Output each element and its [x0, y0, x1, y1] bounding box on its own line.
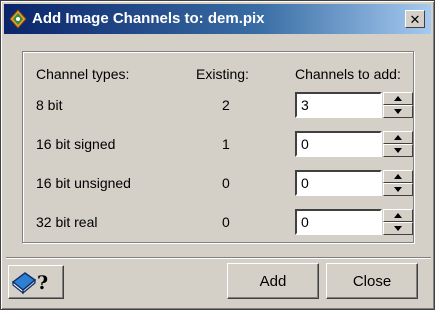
channels-to-add-input[interactable] — [295, 92, 382, 118]
arrow-up-icon — [394, 213, 402, 218]
channels-to-add-input[interactable] — [295, 131, 382, 157]
arrow-down-icon — [394, 226, 402, 231]
channels-to-add-spinner — [295, 170, 413, 196]
channels-to-add-spinner — [295, 131, 413, 157]
arrow-up-icon — [394, 96, 402, 101]
channel-type-label: 16 bit signed — [36, 136, 116, 152]
spin-down-button[interactable] — [383, 105, 413, 118]
arrow-down-icon — [394, 148, 402, 153]
existing-count: 1 — [222, 136, 230, 152]
arrow-up-icon — [394, 174, 402, 179]
existing-count: 2 — [222, 97, 230, 113]
channel-type-label: 32 bit real — [36, 214, 98, 230]
spin-up-button[interactable] — [383, 170, 413, 183]
add-button[interactable]: Add — [227, 263, 319, 299]
existing-count: 0 — [222, 175, 230, 191]
help-book-question-icon: ? — [11, 272, 48, 295]
arrow-down-icon — [394, 109, 402, 114]
spin-up-button[interactable] — [383, 92, 413, 105]
header-channel-types: Channel types: — [36, 66, 130, 82]
channels-to-add-input[interactable] — [295, 170, 382, 196]
spin-down-button[interactable] — [383, 183, 413, 196]
arrow-up-icon — [394, 135, 402, 140]
spin-up-button[interactable] — [383, 209, 413, 222]
close-button[interactable]: Close — [326, 263, 418, 299]
spin-down-button[interactable] — [383, 144, 413, 157]
close-icon: ✕ — [409, 11, 421, 27]
header-existing: Existing: — [196, 66, 249, 82]
existing-count: 0 — [222, 214, 230, 230]
channel-type-label: 8 bit — [36, 97, 63, 113]
close-window-button[interactable]: ✕ — [405, 10, 425, 28]
channels-to-add-input[interactable] — [295, 209, 382, 235]
spin-up-button[interactable] — [383, 131, 413, 144]
channels-to-add-spinner — [295, 92, 413, 118]
arrow-down-icon — [394, 187, 402, 192]
spin-down-button[interactable] — [383, 222, 413, 235]
dialog-window: Add Image Channels to: dem.pix ✕ Channel… — [0, 0, 435, 310]
footer-separator — [6, 257, 431, 259]
app-icon — [9, 9, 27, 29]
title-bar[interactable]: Add Image Channels to: dem.pix ✕ — [4, 4, 431, 34]
window-title: Add Image Channels to: dem.pix — [32, 10, 265, 27]
help-button[interactable]: ? — [8, 265, 64, 299]
header-channels-to-add: Channels to add: — [295, 66, 401, 82]
svg-text:?: ? — [37, 272, 48, 294]
channels-to-add-spinner — [295, 209, 413, 235]
channel-type-label: 16 bit unsigned — [36, 175, 131, 191]
